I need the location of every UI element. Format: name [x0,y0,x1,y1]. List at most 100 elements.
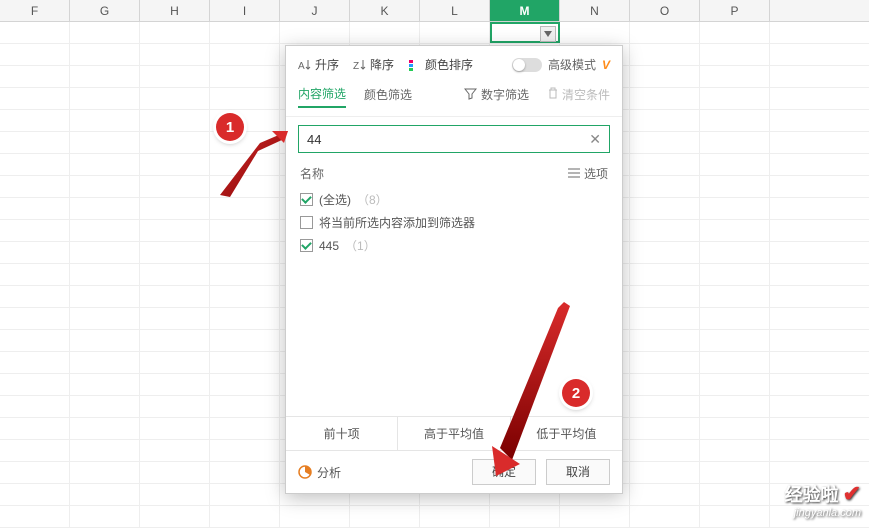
cell[interactable] [0,308,70,329]
cell[interactable] [70,154,140,175]
column-header[interactable]: K [350,0,420,21]
cell[interactable] [700,154,770,175]
cell[interactable] [70,286,140,307]
cell[interactable] [420,506,490,527]
cell[interactable] [630,440,700,461]
cell[interactable] [630,462,700,483]
list-item[interactable]: (全选)（8） [300,188,608,211]
cell[interactable] [630,198,700,219]
cell[interactable] [210,22,280,43]
cell[interactable] [0,88,70,109]
cell[interactable] [140,506,210,527]
advanced-mode-toggle[interactable]: 高级模式 V [512,56,610,73]
cell[interactable] [700,198,770,219]
cell[interactable] [0,286,70,307]
cell[interactable] [630,286,700,307]
cell[interactable] [70,44,140,65]
cell[interactable] [140,66,210,87]
cell[interactable] [210,506,280,527]
cell[interactable] [0,220,70,241]
cell[interactable] [700,242,770,263]
column-header[interactable]: J [280,0,350,21]
cell[interactable] [630,330,700,351]
cell[interactable] [70,396,140,417]
cell[interactable] [0,440,70,461]
cell[interactable] [0,44,70,65]
cell[interactable] [210,88,280,109]
cell[interactable] [140,264,210,285]
cell[interactable] [140,22,210,43]
cell[interactable] [630,242,700,263]
cell[interactable] [210,418,280,439]
checkbox[interactable] [300,239,313,252]
top-ten-button[interactable]: 前十项 [286,417,398,450]
list-item[interactable]: 将当前所选内容添加到筛选器 [300,211,608,234]
cell[interactable] [210,242,280,263]
cell[interactable] [700,66,770,87]
cell[interactable] [70,308,140,329]
cell[interactable] [140,462,210,483]
cell[interactable] [70,88,140,109]
cell[interactable] [630,220,700,241]
cell[interactable] [210,484,280,505]
cell[interactable] [700,462,770,483]
search-input[interactable]: 44 ✕ [298,125,610,153]
cell[interactable] [700,374,770,395]
column-header[interactable]: N [560,0,630,21]
cell[interactable] [630,154,700,175]
column-header[interactable]: I [210,0,280,21]
cell[interactable] [630,88,700,109]
cell[interactable] [700,88,770,109]
analyze-button[interactable]: 分析 [298,464,341,481]
cell[interactable] [630,66,700,87]
cell[interactable] [70,132,140,153]
list-item[interactable]: 445（1） [300,234,608,257]
column-header[interactable]: G [70,0,140,21]
cell[interactable] [210,330,280,351]
cell[interactable] [70,418,140,439]
cell[interactable] [280,506,350,527]
cell[interactable] [560,506,630,527]
cell[interactable] [140,352,210,373]
cell[interactable] [630,22,700,43]
cell[interactable] [210,440,280,461]
cell[interactable] [140,242,210,263]
cell[interactable] [350,22,420,43]
cell[interactable] [0,396,70,417]
cell[interactable] [140,374,210,395]
column-header[interactable]: O [630,0,700,21]
cell[interactable] [70,242,140,263]
cell[interactable] [630,44,700,65]
cell[interactable] [140,88,210,109]
sort-asc-button[interactable]: A 升序 [298,56,339,73]
cell[interactable] [70,220,140,241]
cell[interactable] [0,506,70,527]
cell[interactable] [210,66,280,87]
cell[interactable] [630,110,700,131]
cell[interactable] [210,264,280,285]
cell[interactable] [0,176,70,197]
cell[interactable] [210,374,280,395]
cell[interactable] [700,506,770,527]
column-header[interactable]: H [140,0,210,21]
clear-search-icon[interactable]: ✕ [589,131,601,148]
cell[interactable] [700,352,770,373]
cell[interactable] [70,66,140,87]
column-header[interactable]: L [420,0,490,21]
cell[interactable] [0,330,70,351]
cell[interactable] [210,396,280,417]
cell[interactable] [0,484,70,505]
number-filter-button[interactable]: 数字筛选 [464,86,529,103]
cell[interactable] [140,220,210,241]
cell[interactable] [630,418,700,439]
cell[interactable] [0,264,70,285]
cell[interactable] [0,352,70,373]
checkbox[interactable] [300,193,313,206]
cell[interactable] [700,44,770,65]
cell[interactable] [210,352,280,373]
cell[interactable] [700,264,770,285]
cell[interactable] [700,440,770,461]
cell[interactable] [630,352,700,373]
options-button[interactable]: 选项 [568,165,608,182]
cell[interactable] [70,198,140,219]
